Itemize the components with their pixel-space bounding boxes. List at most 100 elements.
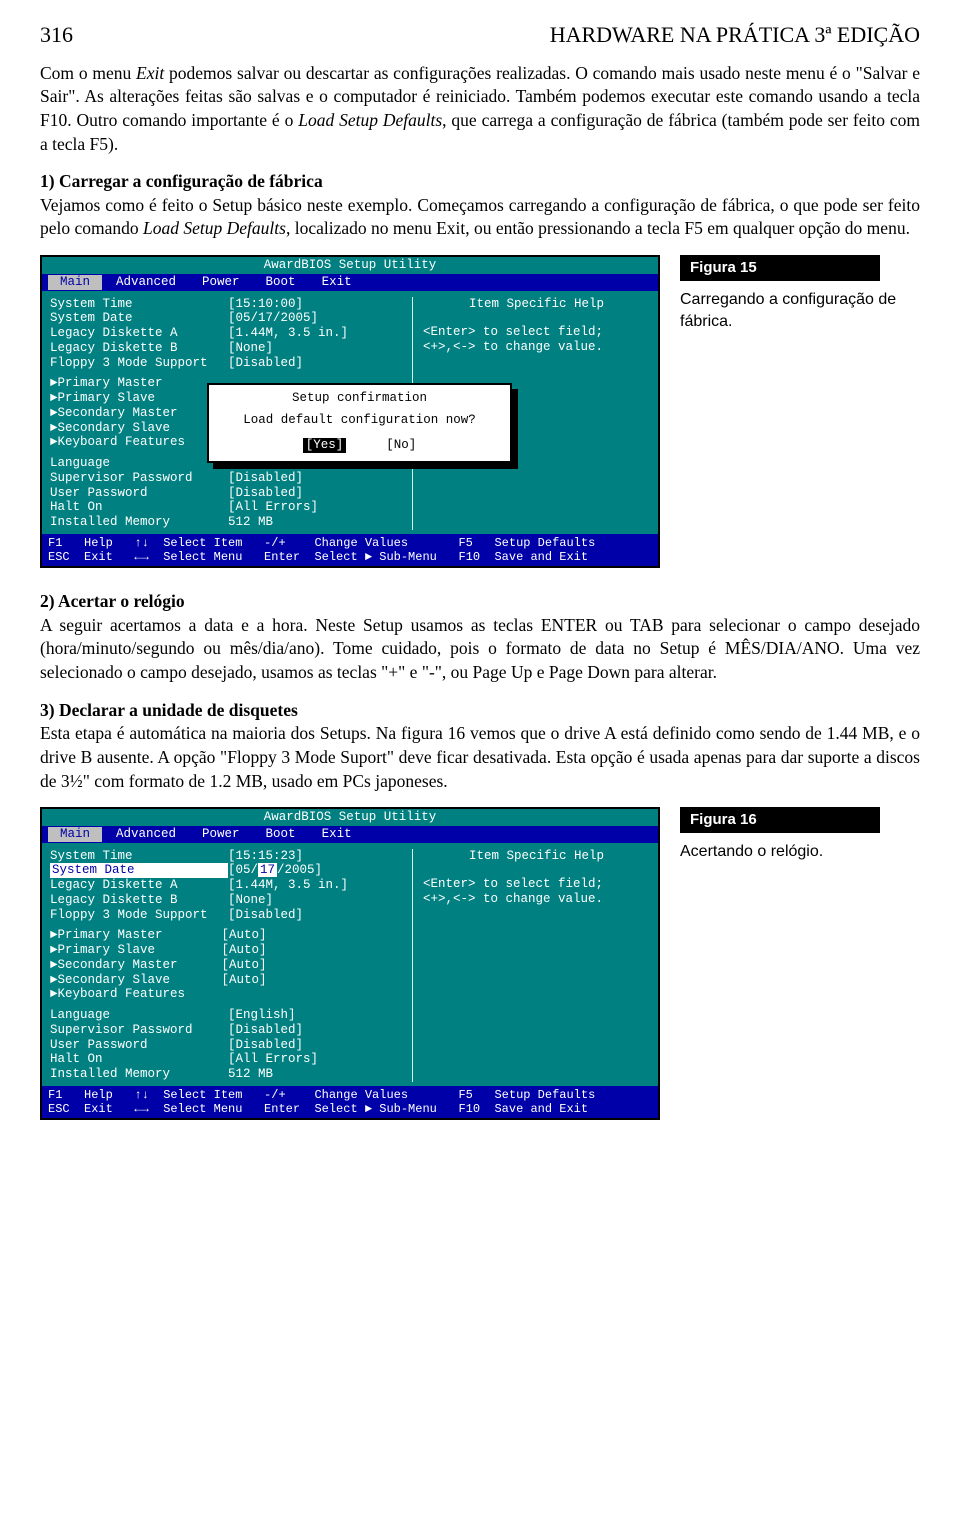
secondary-master-item[interactable]: Secondary Master [58, 958, 222, 973]
supervisor-pw-label: Supervisor Password [50, 1023, 228, 1038]
secondary-slave-item[interactable]: Secondary Slave [58, 421, 171, 436]
section-1-text-b: , localizado no menu Exit, ou então pres… [286, 218, 910, 238]
user-pw-value[interactable]: [Disabled] [228, 1038, 303, 1053]
triangle-icon: ► [50, 928, 58, 943]
system-date-label: System Date [50, 311, 228, 326]
section-3-title: 3) Declarar a unidade de disquetes [40, 700, 298, 720]
keyboard-features-item[interactable]: Keyboard Features [58, 987, 186, 1002]
installed-mem-label: Installed Memory [50, 515, 228, 530]
primary-slave-value: [Auto] [222, 943, 267, 958]
diskette-b-value[interactable]: [None] [228, 893, 273, 908]
tab-power[interactable]: Power [190, 275, 252, 290]
intro-text-a: Com o menu [40, 63, 136, 83]
tab-advanced[interactable]: Advanced [104, 275, 188, 290]
dialog-title: Setup confirmation [219, 391, 500, 406]
triangle-icon: ► [50, 987, 58, 1002]
tab-power[interactable]: Power [190, 827, 252, 842]
tab-boot[interactable]: Boot [254, 275, 308, 290]
diskette-a-value[interactable]: [1.44M, 3.5 in.] [228, 326, 348, 341]
user-pw-label: User Password [50, 1038, 228, 1053]
date-day-highlight[interactable]: 17 [258, 863, 277, 877]
triangle-icon: ► [50, 421, 58, 436]
figure-16-caption: Acertando o relógio. [680, 841, 920, 863]
diskette-a-value[interactable]: [1.44M, 3.5 in.] [228, 878, 348, 893]
tab-main[interactable]: Main [48, 275, 102, 290]
floppy3-value[interactable]: [Disabled] [228, 356, 303, 371]
help-line-2: <+>,<-> to change value. [423, 340, 650, 355]
secondary-slave-value: [Auto] [222, 973, 267, 988]
bios-footer: F1 Help ↑↓ Select Item -/+ Change Values… [42, 534, 658, 566]
tab-boot[interactable]: Boot [254, 827, 308, 842]
intro-exit-italic: Exit [136, 63, 164, 83]
halt-on-label: Halt On [50, 500, 228, 515]
dialog-yes-button[interactable]: [Yes] [303, 438, 347, 453]
date-part-b: /2005] [277, 863, 322, 877]
halt-on-value[interactable]: [All Errors] [228, 1052, 318, 1067]
system-time-label: System Time [50, 297, 228, 312]
tab-advanced[interactable]: Advanced [104, 827, 188, 842]
tab-main[interactable]: Main [48, 827, 102, 842]
language-label: Language [50, 1008, 228, 1023]
diskette-b-label: Legacy Diskette B [50, 893, 228, 908]
triangle-icon: ► [50, 391, 58, 406]
help-title: Item Specific Help [423, 849, 650, 864]
page-number: 316 [40, 20, 73, 50]
floppy3-label: Floppy 3 Mode Support [50, 908, 228, 923]
bios-footer: F1 Help ↑↓ Select Item -/+ Change Values… [42, 1086, 658, 1118]
figure-16-block: AwardBIOS Setup Utility Main Advanced Po… [40, 807, 920, 1120]
dialog-no-button[interactable]: [No] [386, 438, 416, 453]
bios-screenshot-16: AwardBIOS Setup Utility Main Advanced Po… [40, 807, 660, 1120]
date-part-a: [05/ [228, 863, 258, 877]
bios-screenshot-15: AwardBIOS Setup Utility Main Advanced Po… [40, 255, 660, 568]
bios-title: AwardBIOS Setup Utility [42, 257, 658, 274]
figure-15-block: AwardBIOS Setup Utility Main Advanced Po… [40, 255, 920, 568]
secondary-master-item[interactable]: Secondary Master [58, 406, 178, 421]
primary-master-item[interactable]: Primary Master [58, 928, 222, 943]
diskette-a-label: Legacy Diskette A [50, 878, 228, 893]
figure-15-label: Figura 15 [680, 255, 880, 281]
tab-exit[interactable]: Exit [310, 827, 364, 842]
section-1: 1) Carregar a configuração de fábrica Ve… [40, 170, 920, 241]
language-value[interactable]: [English] [228, 1008, 296, 1023]
setup-confirmation-dialog: Setup confirmation Load default configur… [207, 383, 512, 463]
footer-line-2: ESC Exit ←→ Select Menu Enter Select ► S… [48, 550, 588, 564]
bios-menubar: Main Advanced Power Boot Exit [42, 826, 658, 843]
secondary-master-value: [Auto] [222, 958, 267, 973]
bios-menubar: Main Advanced Power Boot Exit [42, 274, 658, 291]
floppy3-value[interactable]: [Disabled] [228, 908, 303, 923]
figure-15-caption: Carregando a configuração de fábrica. [680, 289, 920, 332]
keyboard-features-item[interactable]: Keyboard Features [58, 435, 186, 450]
floppy3-label: Floppy 3 Mode Support [50, 356, 228, 371]
halt-on-value[interactable]: [All Errors] [228, 500, 318, 515]
footer-line-2: ESC Exit ←→ Select Menu Enter Select ► S… [48, 1102, 588, 1116]
section-2: 2) Acertar o relógio A seguir acertamos … [40, 590, 920, 685]
triangle-icon: ► [50, 943, 58, 958]
primary-master-value: [Auto] [222, 928, 267, 943]
system-time-value[interactable]: [15:10:00] [228, 297, 303, 312]
user-pw-value[interactable]: [Disabled] [228, 486, 303, 501]
system-time-value[interactable]: [15:15:23] [228, 849, 303, 864]
system-date-value[interactable]: [05/17/2005] [228, 311, 318, 326]
diskette-b-value[interactable]: [None] [228, 341, 273, 356]
footer-line-1: F1 Help ↑↓ Select Item -/+ Change Values… [48, 1088, 595, 1102]
supervisor-pw-value[interactable]: [Disabled] [228, 1023, 303, 1038]
system-date-value[interactable]: [05/17/2005] [228, 863, 322, 878]
language-label: Language [50, 456, 228, 471]
triangle-icon: ► [50, 406, 58, 421]
primary-master-item[interactable]: Primary Master [58, 376, 163, 391]
intro-paragraph: Com o menu Exit podemos salvar ou descar… [40, 62, 920, 157]
primary-slave-item[interactable]: Primary Slave [58, 943, 222, 958]
secondary-slave-item[interactable]: Secondary Slave [58, 973, 222, 988]
supervisor-pw-value[interactable]: [Disabled] [228, 471, 303, 486]
bios-left-pane: System Time[15:15:23] System Date[05/17/… [50, 849, 402, 1082]
triangle-icon: ► [50, 376, 58, 391]
help-title: Item Specific Help [423, 297, 650, 312]
installed-mem-label: Installed Memory [50, 1067, 228, 1082]
system-date-label: System Date [50, 863, 228, 878]
supervisor-pw-label: Supervisor Password [50, 471, 228, 486]
primary-slave-item[interactable]: Primary Slave [58, 391, 156, 406]
tab-exit[interactable]: Exit [310, 275, 364, 290]
section-1-title: 1) Carregar a configuração de fábrica [40, 171, 323, 191]
dialog-message: Load default configuration now? [219, 413, 500, 428]
page-header-title: HARDWARE NA PRÁTICA 3ª EDIÇÃO [550, 20, 920, 50]
